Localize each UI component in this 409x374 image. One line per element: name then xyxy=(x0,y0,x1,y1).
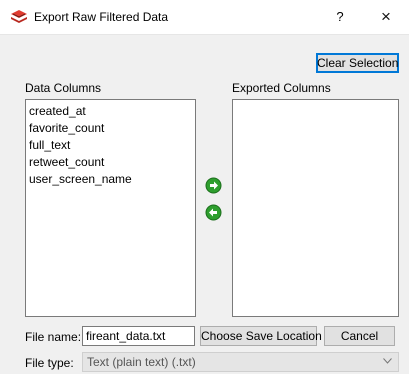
add-column-button[interactable] xyxy=(205,177,222,194)
window-title: Export Raw Filtered Data xyxy=(34,10,169,24)
file-name-label: File name: xyxy=(25,330,82,344)
file-type-select[interactable]: Text (plain text) (.txt) xyxy=(82,352,399,372)
list-item[interactable]: full_text xyxy=(26,137,195,154)
cancel-button[interactable]: Cancel xyxy=(324,326,395,346)
list-item[interactable]: favorite_count xyxy=(26,120,195,137)
file-name-input[interactable] xyxy=(82,326,195,346)
exported-columns-label: Exported Columns xyxy=(232,81,331,95)
chevron-down-icon xyxy=(383,358,392,364)
choose-save-location-button[interactable]: Choose Save Location xyxy=(200,326,322,346)
title-bar: Export Raw Filtered Data ? × xyxy=(0,0,409,35)
close-button[interactable]: × xyxy=(374,6,398,28)
list-item[interactable]: retweet_count xyxy=(26,154,195,171)
help-button[interactable]: ? xyxy=(330,7,350,27)
data-columns-label: Data Columns xyxy=(25,81,102,95)
exported-columns-list[interactable] xyxy=(232,99,399,317)
app-logo-icon xyxy=(11,10,27,23)
file-type-selected-value: Text (plain text) (.txt) xyxy=(87,355,196,369)
data-columns-list[interactable]: created_at favorite_count full_text retw… xyxy=(25,99,196,317)
file-type-label: File type: xyxy=(25,356,74,370)
list-item[interactable]: user_screen_name xyxy=(26,171,195,188)
clear-selection-button[interactable]: Clear Selection xyxy=(316,53,399,73)
list-item[interactable]: created_at xyxy=(26,103,195,120)
remove-column-button[interactable] xyxy=(205,204,222,221)
